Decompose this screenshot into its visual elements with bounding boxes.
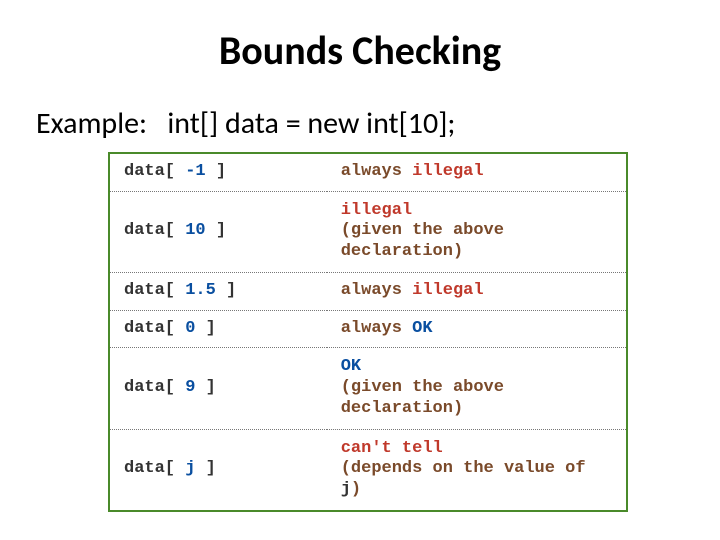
- expr-index: 10: [185, 221, 205, 240]
- result-fragment: always: [341, 281, 412, 300]
- expr-suffix: ]: [195, 378, 215, 397]
- result-fragment: (: [341, 378, 351, 397]
- result-fragment: ): [351, 480, 361, 499]
- result-fragment: always: [341, 162, 412, 181]
- result-fragment: illegal: [412, 281, 483, 300]
- table-row: data[ 9 ] OK (given the above declaration): [110, 348, 626, 429]
- expr-suffix: ]: [195, 319, 215, 338]
- result-fragment: (: [341, 221, 351, 240]
- expr-index: 1.5: [185, 281, 216, 300]
- result-fragment: always: [341, 319, 412, 338]
- table-cell-expr: data[ 9 ]: [110, 348, 327, 429]
- example-line: Example: int[] data = new int[10];: [36, 105, 690, 142]
- result-fragment: (: [341, 459, 351, 478]
- result-fragment: OK: [341, 357, 361, 376]
- table-row: data[ 0 ]always OK: [110, 310, 626, 348]
- result-fragment: given the above declaration: [341, 378, 504, 418]
- table-cell-result: illegal(given the above declaration): [327, 191, 626, 272]
- expr-prefix: data[: [124, 281, 185, 300]
- result-fragment: ): [453, 399, 463, 418]
- table-cell-expr: data[ 10 ]: [110, 191, 327, 272]
- expr-prefix: data[: [124, 459, 185, 478]
- result-fragment: can't tell: [341, 439, 443, 458]
- expr-prefix: data[: [124, 378, 185, 397]
- bounds-table-body: data[ -1 ]always illegaldata[ 10 ]illega…: [110, 154, 626, 510]
- table-row: data[ j ]can't tell(depends on the value…: [110, 429, 626, 510]
- result-fragment: OK: [412, 319, 432, 338]
- expr-index: j: [185, 459, 195, 478]
- table-cell-result: OK (given the above declaration): [327, 348, 626, 429]
- table-cell-result: can't tell(depends on the value of j): [327, 429, 626, 510]
- expr-suffix: ]: [216, 281, 236, 300]
- expr-index: 9: [185, 378, 195, 397]
- table-row: data[ 1.5 ]always illegal: [110, 272, 626, 310]
- table-cell-expr: data[ 1.5 ]: [110, 272, 327, 310]
- slide: Bounds Checking Example: int[] data = ne…: [0, 0, 720, 540]
- expr-index: 0: [185, 319, 195, 338]
- example-code: int[] data = new int[10];: [167, 105, 455, 142]
- expr-prefix: data[: [124, 221, 185, 240]
- result-fragment: j: [341, 480, 351, 499]
- result-fragment: depends on the value of: [351, 459, 586, 478]
- expr-suffix: ]: [195, 459, 215, 478]
- table-cell-result: always OK: [327, 310, 626, 348]
- table-cell-expr: data[ j ]: [110, 429, 327, 510]
- result-fragment: given the above declaration: [341, 221, 504, 261]
- page-title: Bounds Checking: [30, 26, 690, 75]
- table-cell-expr: data[ 0 ]: [110, 310, 327, 348]
- example-label: Example:: [36, 105, 147, 142]
- bounds-table-wrap: data[ -1 ]always illegaldata[ 10 ]illega…: [108, 152, 628, 512]
- table-cell-result: always illegal: [327, 272, 626, 310]
- expr-prefix: data[: [124, 162, 185, 181]
- result-fragment: illegal: [341, 201, 412, 220]
- bounds-table: data[ -1 ]always illegaldata[ 10 ]illega…: [110, 154, 626, 510]
- table-cell-expr: data[ -1 ]: [110, 154, 327, 191]
- expr-suffix: ]: [206, 221, 226, 240]
- result-fragment: ): [453, 242, 463, 261]
- table-row: data[ -1 ]always illegal: [110, 154, 626, 191]
- expr-index: -1: [185, 162, 205, 181]
- table-cell-result: always illegal: [327, 154, 626, 191]
- expr-prefix: data[: [124, 319, 185, 338]
- expr-suffix: ]: [206, 162, 226, 181]
- table-row: data[ 10 ]illegal(given the above declar…: [110, 191, 626, 272]
- result-fragment: illegal: [412, 162, 483, 181]
